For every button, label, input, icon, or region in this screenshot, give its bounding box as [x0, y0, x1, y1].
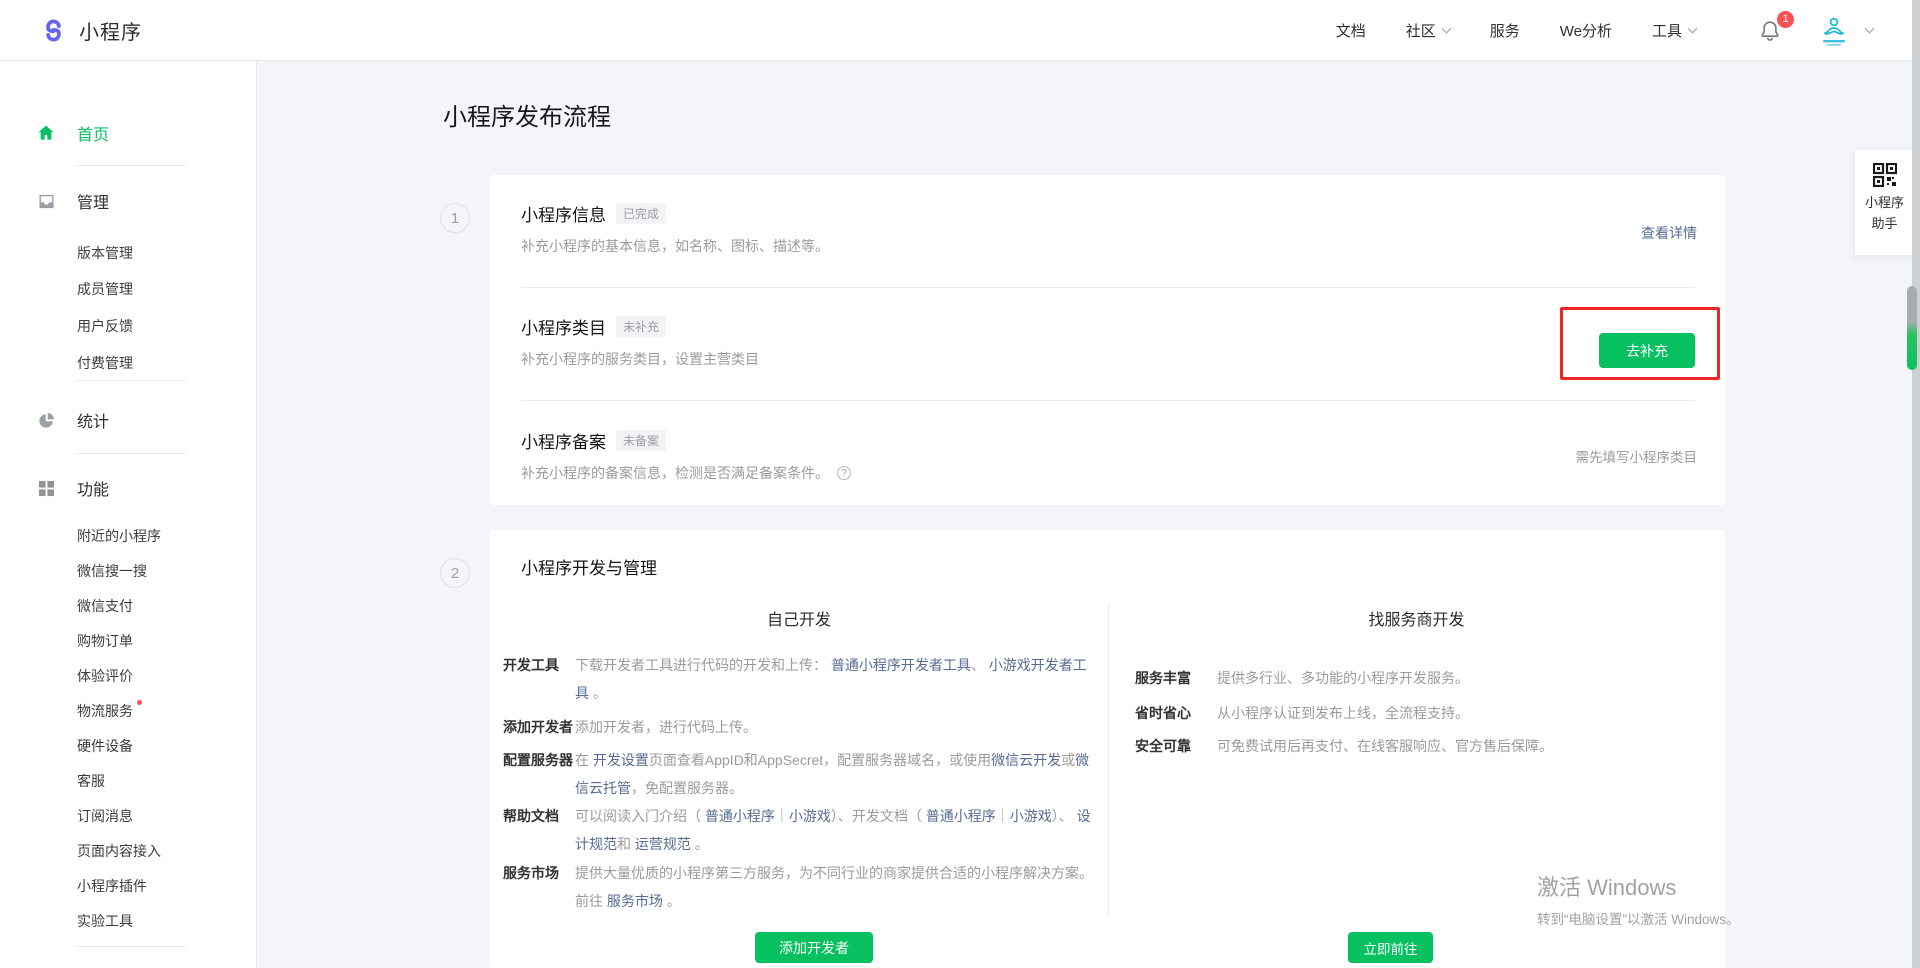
inline-link[interactable]: 运营规范 [635, 836, 691, 852]
sidebar-section-statistics[interactable]: 统计 [0, 408, 257, 432]
status-badge-completed: 已完成 [616, 203, 666, 224]
logo-text: 小程序 [79, 16, 142, 45]
divider [76, 453, 186, 454]
inline-link[interactable]: 微信云开发 [991, 752, 1061, 768]
dev-tools-text: 下载开发者工具进行代码的开发和上传： 普通小程序开发者工具、 小游戏开发者工具 … [575, 651, 1097, 707]
nav-community[interactable]: 社区 [1406, 20, 1450, 41]
nav-tools[interactable]: 工具 [1652, 20, 1696, 41]
miniprogram-logo-icon [40, 17, 67, 44]
scrollbar-track[interactable] [1912, 0, 1920, 968]
sidebar-item-hardware-devices[interactable]: 硬件设备 [77, 736, 133, 756]
row-title-info: 小程序信息 已完成 [521, 201, 666, 226]
grid-icon [36, 478, 56, 498]
row-desc-info: 补充小程序的基本信息，如名称、图标、描述等。 [521, 236, 829, 256]
notification-bell[interactable]: 1 [1758, 18, 1784, 44]
inbox-icon [36, 191, 56, 211]
service-market-text: 提供大量优质的小程序第三方服务，为不同行业的商家提供合适的小程序解决方案。前往 … [575, 859, 1097, 915]
need-category-first-hint: 需先填写小程序类目 [1576, 446, 1698, 466]
assistant-label-line2: 助手 [1855, 213, 1914, 234]
sidebar-item-experience-rating[interactable]: 体验评价 [77, 666, 133, 686]
sidebar: 首页 管理 版本管理 成员管理 用户反馈 付费管理 统计 功能 附近的小程序 微… [0, 61, 257, 968]
go-now-button[interactable]: 立即前往 [1348, 932, 1433, 963]
pie-chart-icon [36, 410, 56, 430]
add-developer-button[interactable]: 添加开发者 [755, 932, 873, 963]
chevron-down-icon [1441, 24, 1451, 34]
top-nav: 文档 社区 服务 We分析 工具 1 [1296, 0, 1873, 61]
nav-we-analytics[interactable]: We分析 [1560, 20, 1612, 41]
help-docs-text: 可以阅读入门介绍（ 普通小程序｜小游戏）、开发文档（ 普通小程序｜小游戏）、 设… [575, 802, 1097, 858]
scrollbar-thumb[interactable] [1907, 286, 1917, 370]
step-1-number: 1 [440, 203, 470, 233]
inline-link[interactable]: 开发设置 [593, 752, 649, 768]
avatar-image [1818, 14, 1850, 48]
qr-code-icon [1873, 163, 1897, 187]
page-title: 小程序发布流程 [443, 97, 611, 132]
sidebar-item-home[interactable]: 首页 [0, 121, 257, 145]
row-desc-category: 补充小程序的服务类目，设置主营类目 [521, 349, 759, 369]
app-logo[interactable]: 小程序 [40, 0, 142, 61]
column-header-self-develop: 自己开发 [490, 606, 1108, 630]
inline-link[interactable]: 普通小程序 [705, 808, 775, 824]
chevron-down-icon [1688, 24, 1698, 34]
notification-badge: 1 [1777, 11, 1794, 28]
column-header-find-provider: 找服务商开发 [1108, 606, 1725, 630]
divider [521, 400, 1694, 401]
row-desc-filing: 补充小程序的备案信息，检测是否满足备案条件。 ? [521, 463, 851, 483]
add-developer-text: 添加开发者，进行代码上传。 [575, 713, 1097, 741]
status-badge-not-supplemented: 未补充 [616, 316, 666, 337]
sidebar-item-miniprogram-plugins[interactable]: 小程序插件 [77, 876, 147, 896]
sidebar-item-version-management[interactable]: 版本管理 [77, 243, 133, 263]
configure-server-text: 在 开发设置页面查看AppID和AppSecret，配置服务器域名，或使用微信云… [575, 746, 1097, 802]
inline-link[interactable]: 服务市场 [607, 893, 663, 909]
status-badge-not-filed: 未备案 [616, 430, 666, 451]
divider [521, 287, 1694, 288]
new-feature-dot [137, 700, 142, 705]
sidebar-item-user-feedback[interactable]: 用户反馈 [77, 316, 133, 336]
column-divider [1108, 602, 1109, 915]
inline-link[interactable]: 小游戏 [1010, 808, 1052, 824]
divider [76, 165, 186, 166]
step-1-card: 小程序信息 已完成 补充小程序的基本信息，如名称、图标、描述等。 查看详情 小程… [490, 175, 1725, 505]
sidebar-item-subscribe-messages[interactable]: 订阅消息 [77, 806, 133, 826]
miniprogram-assistant-panel[interactable]: 小程序 助手 [1855, 150, 1914, 255]
divider [76, 380, 186, 381]
sidebar-item-wechat-pay[interactable]: 微信支付 [77, 596, 133, 616]
sidebar-item-wechat-search[interactable]: 微信搜一搜 [77, 561, 147, 581]
sidebar-item-payment-management[interactable]: 付费管理 [77, 353, 133, 373]
sidebar-item-experiment-tools[interactable]: 实验工具 [77, 911, 133, 931]
sidebar-item-page-content-access[interactable]: 页面内容接入 [77, 841, 161, 861]
sidebar-item-shopping-orders[interactable]: 购物订单 [77, 631, 133, 651]
row-title-category: 小程序类目 未补充 [521, 314, 666, 339]
row-title-filing: 小程序备案 未备案 [521, 428, 666, 453]
inline-link[interactable]: 普通小程序开发者工具 [831, 657, 971, 673]
app-header: 小程序 文档 社区 服务 We分析 工具 1 [0, 0, 1920, 61]
inline-link[interactable]: 小游戏 [789, 808, 831, 824]
home-icon [36, 123, 56, 143]
account-chevron-down-icon[interactable] [1865, 24, 1875, 34]
divider [76, 946, 186, 947]
help-icon[interactable]: ? [837, 466, 851, 480]
view-details-link[interactable]: 查看详情 [1641, 223, 1697, 243]
inline-link[interactable]: 普通小程序 [926, 808, 996, 824]
step-2-title: 小程序开发与管理 [521, 554, 657, 579]
sidebar-item-nearby-miniprograms[interactable]: 附近的小程序 [77, 526, 161, 546]
annotation-highlight-box [1560, 307, 1720, 380]
step-2-number: 2 [440, 558, 470, 588]
sidebar-item-logistics-service[interactable]: 物流服务 [77, 701, 133, 721]
sidebar-item-customer-service[interactable]: 客服 [77, 771, 105, 791]
sidebar-section-management[interactable]: 管理 [0, 189, 257, 213]
avatar[interactable] [1818, 14, 1850, 48]
nav-docs[interactable]: 文档 [1336, 20, 1366, 41]
assistant-label-line1: 小程序 [1855, 192, 1914, 213]
sidebar-section-features[interactable]: 功能 [0, 476, 257, 500]
step-2-card: 小程序开发与管理 自己开发 找服务商开发 开发工具 下载开发者工具进行代码的开发… [490, 530, 1725, 968]
nav-services[interactable]: 服务 [1490, 20, 1520, 41]
sidebar-item-member-management[interactable]: 成员管理 [77, 279, 133, 299]
